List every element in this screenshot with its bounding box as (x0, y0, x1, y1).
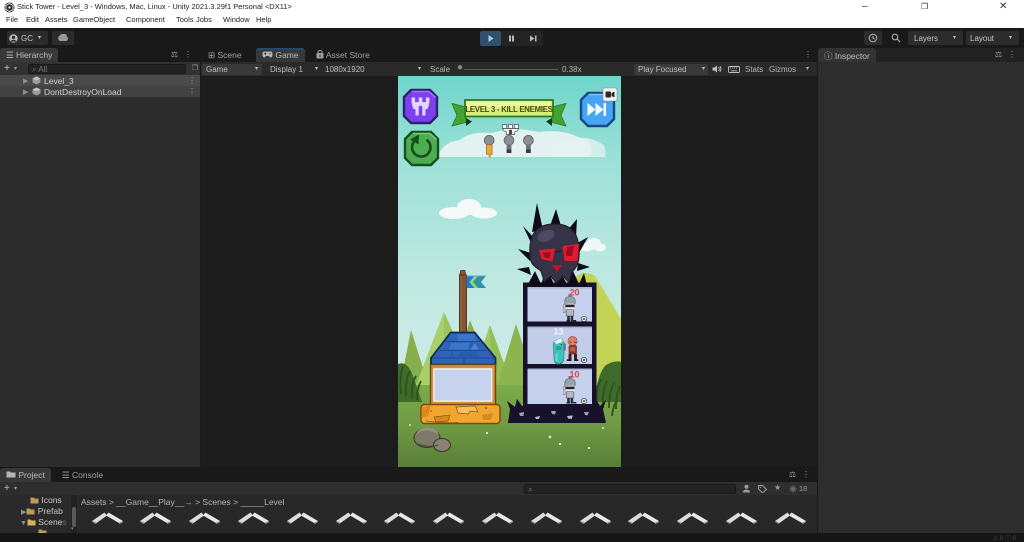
svg-text:LEVEL 3 - KILL ENEMIES: LEVEL 3 - KILL ENEMIES (465, 105, 552, 114)
svg-text:20: 20 (569, 288, 579, 298)
svg-text:10: 10 (569, 370, 579, 380)
svg-text:13: 13 (553, 327, 563, 337)
